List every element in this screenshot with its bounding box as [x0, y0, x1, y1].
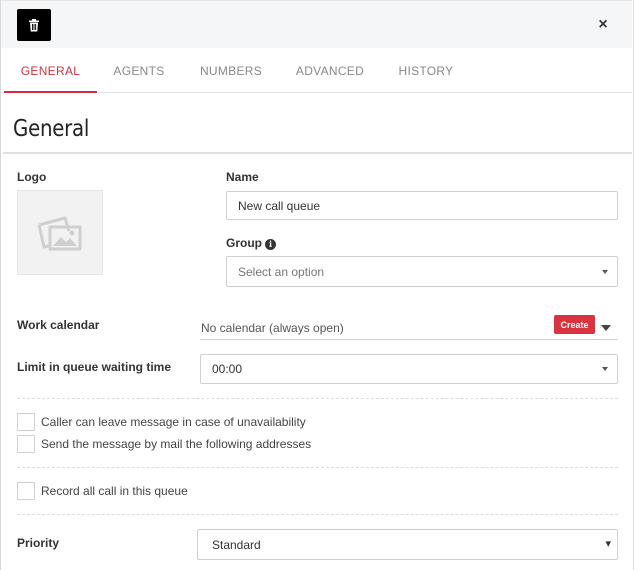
logo-upload[interactable] [17, 190, 103, 275]
limit-wait-select[interactable]: 00:00 [200, 354, 618, 384]
name-input[interactable]: New call queue [226, 191, 618, 220]
close-button[interactable]: × [595, 16, 611, 34]
tab-bar: GENERAL AGENTS NUMBERS ADVANCED HISTORY [1, 48, 632, 93]
divider [17, 467, 618, 468]
tab-history[interactable]: HISTORY [391, 48, 461, 93]
record-calls-option: Record all call in this queue [17, 482, 188, 500]
trash-icon [29, 18, 39, 31]
tab-numbers[interactable]: NUMBERS [193, 48, 269, 93]
send-mail-checkbox[interactable] [17, 435, 35, 453]
group-select[interactable]: Select an option [226, 256, 618, 287]
work-calendar-label: Work calendar [17, 318, 100, 332]
tab-general[interactable]: GENERAL [4, 48, 97, 93]
create-calendar-button[interactable]: Create [554, 315, 595, 334]
chevron-down-icon [602, 367, 608, 371]
record-calls-label: Record all call in this queue [41, 484, 188, 498]
name-label: Name [226, 170, 259, 184]
priority-label: Priority [17, 536, 60, 550]
record-calls-checkbox[interactable] [17, 482, 35, 500]
leave-message-option: Caller can leave message in case of unav… [17, 413, 306, 431]
dialog-header: × [1, 0, 632, 48]
tab-agents[interactable]: AGENTS [105, 48, 173, 93]
limit-wait-label: Limit in queue waiting time [17, 360, 172, 374]
limit-wait-value: 00:00 [212, 362, 243, 376]
divider [17, 514, 618, 515]
send-mail-label: Send the message by mail the following a… [41, 437, 312, 451]
calendar-dropdown-icon[interactable] [601, 325, 611, 331]
group-label-text: Group [226, 236, 262, 250]
logo-label: Logo [17, 170, 47, 184]
section-divider [3, 152, 632, 154]
close-icon: × [598, 16, 608, 33]
group-label: Group i [226, 236, 276, 250]
work-calendar-underline [200, 339, 618, 340]
divider [17, 398, 618, 399]
group-placeholder: Select an option [238, 264, 325, 279]
delete-button[interactable] [17, 9, 51, 41]
priority-value: Standard [212, 537, 261, 552]
priority-caret-icon: ▾ [605, 538, 611, 550]
work-calendar-value[interactable]: No calendar (always open) [201, 321, 344, 335]
info-icon[interactable]: i [265, 239, 276, 250]
image-placeholder-icon [37, 216, 82, 250]
priority-select[interactable]: Standard ▾ [197, 529, 618, 560]
chevron-down-icon [602, 269, 608, 274]
send-mail-option: Send the message by mail the following a… [17, 435, 311, 453]
name-value: New call queue [238, 198, 321, 213]
section-title: General [13, 116, 90, 142]
leave-message-checkbox[interactable] [17, 413, 35, 431]
tab-advanced[interactable]: ADVANCED [291, 48, 369, 93]
leave-message-label: Caller can leave message in case of unav… [41, 415, 306, 429]
